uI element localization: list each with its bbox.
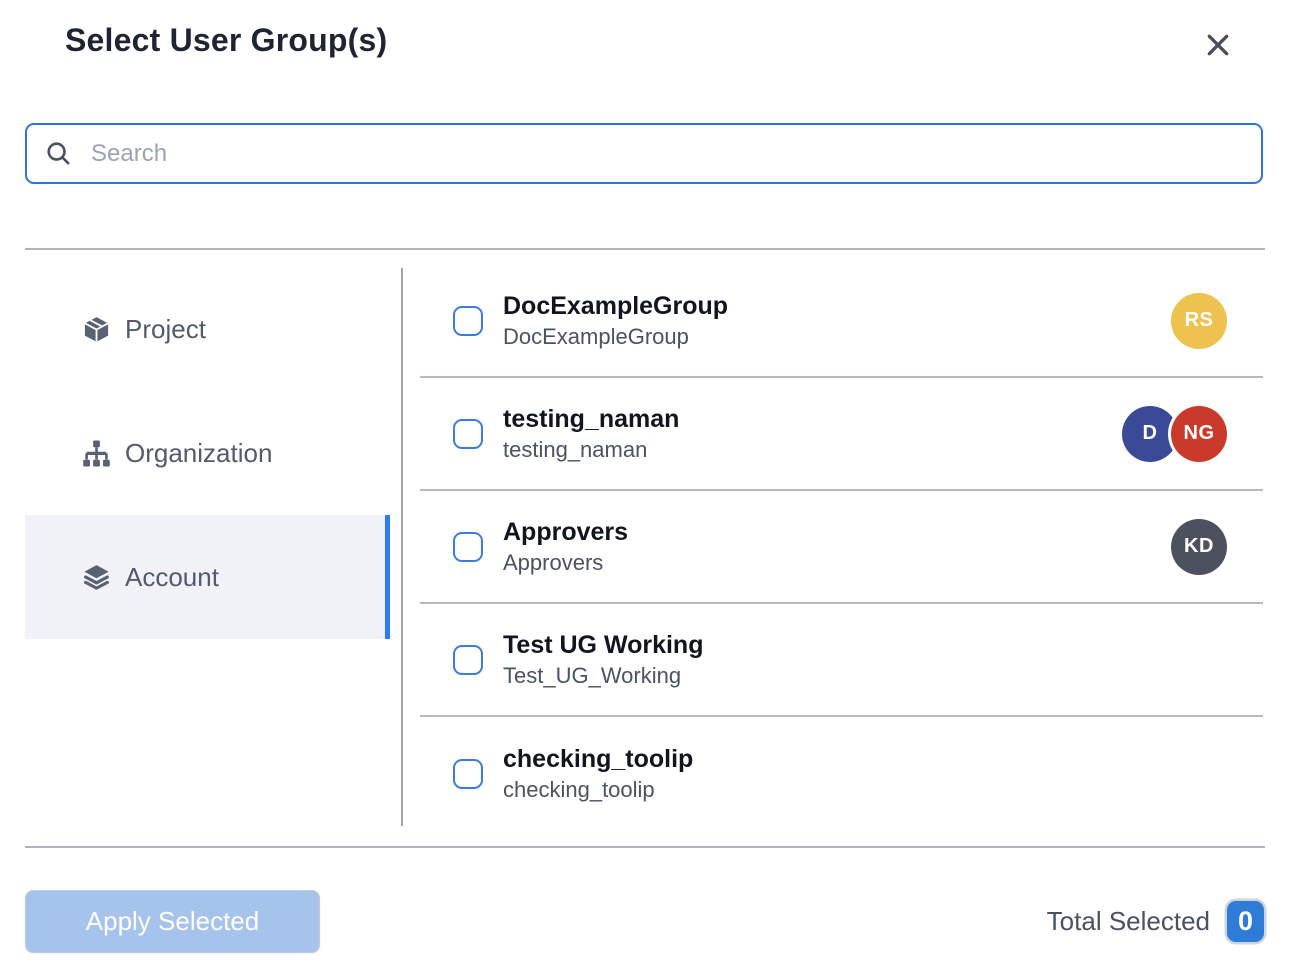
group-text: Approvers Approvers [503, 517, 628, 577]
footer-divider [25, 846, 1265, 848]
sidebar-item-organization[interactable]: Organization [25, 391, 390, 515]
layers-icon [82, 563, 111, 592]
total-selected-badge: 0 [1227, 901, 1264, 942]
group-row[interactable]: Approvers Approvers KD [420, 491, 1263, 604]
total-selected: Total Selected 0 [1047, 890, 1264, 953]
page-title: Select User Group(s) [65, 22, 387, 59]
group-text: checking_toolip checking_toolip [503, 744, 693, 804]
sidebar-item-label: Organization [125, 438, 272, 469]
group-row[interactable]: Test UG Working Test_UG_Working [420, 604, 1263, 717]
user-group-list: DocExampleGroup DocExampleGroup RS testi… [420, 265, 1263, 830]
group-row[interactable]: checking_toolip checking_toolip [420, 717, 1263, 830]
sidebar-item-label: Project [125, 314, 206, 345]
sitemap-icon [82, 439, 111, 468]
group-row[interactable]: testing_naman testing_naman D NG [420, 378, 1263, 491]
sidebar-item-project[interactable]: Project [25, 267, 390, 391]
search-input[interactable] [89, 139, 1243, 169]
group-name: Test UG Working [503, 630, 703, 660]
avatar: RS [1171, 293, 1227, 349]
group-name: checking_toolip [503, 744, 693, 774]
group-checkbox[interactable] [453, 419, 483, 449]
group-name: Approvers [503, 517, 628, 547]
category-sidebar: Project Organization Account [25, 267, 390, 639]
vertical-divider [401, 268, 403, 826]
avatar-group: D NG [1122, 406, 1227, 462]
group-checkbox[interactable] [453, 759, 483, 789]
group-subtitle: checking_toolip [503, 776, 693, 804]
select-user-groups-modal: Select User Group(s) Project [0, 0, 1290, 970]
cube-icon [82, 315, 111, 344]
search-icon [45, 140, 72, 167]
avatar-group: KD [1171, 519, 1227, 575]
avatar: D [1122, 406, 1178, 462]
group-subtitle: Test_UG_Working [503, 662, 703, 690]
group-text: testing_naman testing_naman [503, 404, 679, 464]
group-checkbox[interactable] [453, 306, 483, 336]
group-checkbox[interactable] [453, 645, 483, 675]
group-subtitle: DocExampleGroup [503, 323, 728, 351]
sidebar-item-label: Account [125, 562, 219, 593]
close-button[interactable] [1199, 26, 1237, 64]
group-text: DocExampleGroup DocExampleGroup [503, 291, 728, 351]
group-name: DocExampleGroup [503, 291, 728, 321]
group-row[interactable]: DocExampleGroup DocExampleGroup RS [420, 265, 1263, 378]
group-name: testing_naman [503, 404, 679, 434]
total-selected-label: Total Selected [1047, 906, 1210, 937]
sidebar-item-account[interactable]: Account [25, 515, 390, 639]
group-subtitle: testing_naman [503, 436, 679, 464]
close-icon [1202, 29, 1234, 61]
avatar-group: RS [1171, 293, 1227, 349]
avatar: KD [1171, 519, 1227, 575]
group-text: Test UG Working Test_UG_Working [503, 630, 703, 690]
apply-selected-button[interactable]: Apply Selected [25, 890, 320, 953]
group-subtitle: Approvers [503, 549, 628, 577]
group-checkbox[interactable] [453, 532, 483, 562]
header-divider [25, 248, 1265, 250]
search-box [25, 123, 1263, 184]
avatar: NG [1171, 406, 1227, 462]
